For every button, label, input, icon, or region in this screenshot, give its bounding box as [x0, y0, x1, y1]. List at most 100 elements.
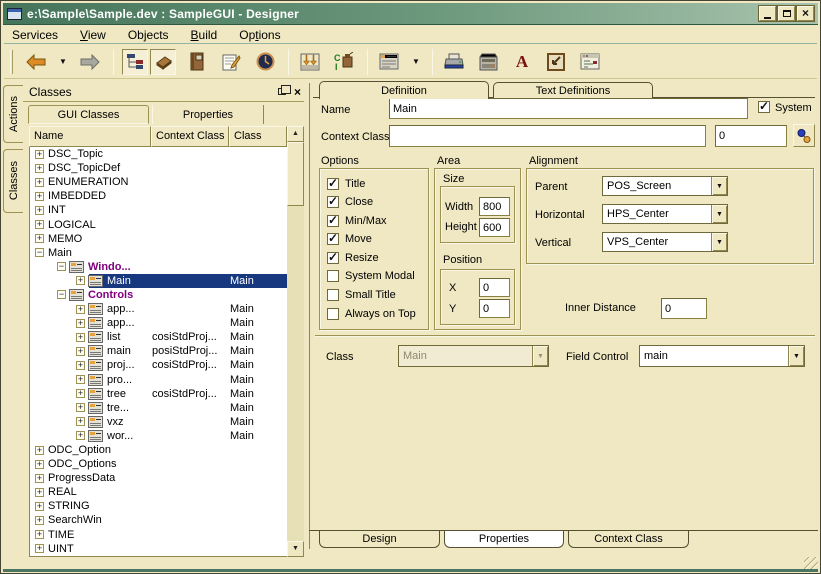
tree-row[interactable]: −Windo...: [30, 260, 287, 274]
option-title[interactable]: Title: [327, 177, 428, 190]
tree-expander[interactable]: +: [35, 220, 44, 229]
tree-expander[interactable]: −: [57, 262, 66, 271]
tree-expander[interactable]: +: [35, 530, 44, 539]
tree-expander[interactable]: +: [35, 192, 44, 201]
class-hierarchy-button[interactable]: [122, 49, 148, 75]
compile-ci-button[interactable]: C I: [331, 49, 357, 75]
back-button[interactable]: [23, 49, 49, 75]
tree-row[interactable]: +listcosiStdProj...Main: [30, 330, 287, 344]
inner-distance-input[interactable]: [661, 298, 707, 319]
tab-definition[interactable]: Definition: [319, 81, 489, 99]
tree-row[interactable]: +app...Main: [30, 316, 287, 330]
tree-expander[interactable]: +: [35, 460, 44, 469]
tree-row[interactable]: +TIME: [30, 528, 287, 542]
tree-expander[interactable]: +: [35, 150, 44, 159]
tree-row[interactable]: +IMBEDDED: [30, 189, 287, 203]
edit-button[interactable]: [218, 49, 244, 75]
clock-button[interactable]: [252, 49, 278, 75]
chevron-down-icon[interactable]: ▼: [788, 346, 804, 366]
tree-row[interactable]: +ProgressData: [30, 471, 287, 485]
system-checkbox[interactable]: [758, 101, 770, 113]
tree-row[interactable]: +MEMO: [30, 232, 287, 246]
tree-row[interactable]: +LOGICAL: [30, 217, 287, 231]
tree-expander[interactable]: +: [35, 516, 44, 525]
move-checkbox[interactable]: [327, 233, 339, 245]
tree-expander[interactable]: +: [76, 276, 85, 285]
tree-expander[interactable]: +: [35, 234, 44, 243]
chevron-down-icon[interactable]: ▼: [711, 233, 727, 251]
tree-expander[interactable]: +: [35, 474, 44, 483]
print-button[interactable]: [441, 49, 467, 75]
always-on-top-checkbox[interactable]: [327, 308, 339, 320]
close-button[interactable]: ×: [797, 6, 814, 21]
tree-expander[interactable]: +: [35, 446, 44, 455]
tab-properties-bottom[interactable]: Properties: [444, 531, 564, 548]
field-control-select[interactable]: main▼: [639, 345, 805, 367]
tree-expander[interactable]: −: [35, 248, 44, 257]
option-small-title[interactable]: Small Title: [327, 289, 428, 302]
tree-row[interactable]: −Controls: [30, 288, 287, 302]
tree-expander[interactable]: +: [76, 417, 85, 426]
option-move[interactable]: Move: [327, 233, 428, 246]
y-input[interactable]: [479, 299, 510, 318]
dialog-preview-button[interactable]: [577, 49, 603, 75]
tree-row[interactable]: +mainposiStdProj...Main: [30, 344, 287, 358]
menu-objects[interactable]: Objects: [128, 28, 169, 42]
tab-properties[interactable]: Properties: [152, 105, 264, 124]
option-system-modal[interactable]: System Modal: [327, 270, 428, 283]
parent-select[interactable]: POS_Screen▼: [602, 176, 728, 196]
tree-row[interactable]: +proj...cosiStdProj...Main: [30, 358, 287, 372]
context-class-picker-button[interactable]: [793, 124, 815, 147]
tree-row[interactable]: +ODC_Option: [30, 443, 287, 457]
tab-gui-classes[interactable]: GUI Classes: [28, 105, 149, 124]
library-button[interactable]: [184, 49, 210, 75]
minmax-checkbox[interactable]: [327, 215, 339, 227]
menu-build[interactable]: Build: [191, 28, 218, 42]
side-tab-classes[interactable]: Classes: [3, 149, 23, 213]
import-rows-button[interactable]: [297, 49, 323, 75]
context-class-input[interactable]: [389, 125, 706, 147]
tree-expander[interactable]: +: [76, 319, 85, 328]
option-minmax[interactable]: Min/Max: [327, 214, 428, 227]
scroll-up-button[interactable]: ▲: [287, 126, 304, 142]
tree-expander[interactable]: +: [76, 305, 85, 314]
toolbar-grip[interactable]: [10, 50, 13, 74]
tree-row[interactable]: +STRING: [30, 499, 287, 513]
chevron-down-icon[interactable]: ▼: [711, 205, 727, 223]
float-panel-button[interactable]: [275, 85, 288, 98]
tree-row[interactable]: +DSC_TopicDef: [30, 161, 287, 175]
close-panel-button[interactable]: ×: [291, 85, 304, 98]
tree-expander[interactable]: +: [76, 389, 85, 398]
tab-text-definitions[interactable]: Text Definitions: [493, 82, 653, 98]
archive-drive-button[interactable]: [475, 49, 501, 75]
panel-splitter[interactable]: [309, 83, 310, 549]
tree-expander[interactable]: +: [35, 164, 44, 173]
tree-row[interactable]: +wor...Main: [30, 429, 287, 443]
option-close[interactable]: Close: [327, 196, 428, 209]
x-input[interactable]: [479, 278, 510, 297]
option-always-on-top[interactable]: Always on Top: [327, 307, 428, 320]
menu-services[interactable]: Services: [12, 28, 58, 42]
tree-expander[interactable]: +: [76, 361, 85, 370]
tree-expander[interactable]: +: [76, 375, 85, 384]
tree-row[interactable]: +app...Main: [30, 302, 287, 316]
tree-expander[interactable]: +: [76, 333, 85, 342]
tree-row[interactable]: +vxzMain: [30, 415, 287, 429]
width-input[interactable]: [479, 197, 510, 216]
title-checkbox[interactable]: [327, 178, 339, 190]
tree-row[interactable]: +INT: [30, 203, 287, 217]
tree-row[interactable]: +SearchWin: [30, 513, 287, 527]
tree-row[interactable]: +tre...Main: [30, 401, 287, 415]
title-bar[interactable]: e:\Sample\Sample.dev : SampleGUI - Desig…: [3, 3, 818, 25]
tab-context-class[interactable]: Context Class: [568, 531, 689, 548]
tree-row[interactable]: +UINT: [30, 542, 287, 556]
scrollbar-thumb[interactable]: [287, 142, 304, 206]
small-title-checkbox[interactable]: [327, 289, 339, 301]
tree-row[interactable]: +MainMain: [30, 274, 287, 288]
tree-expander[interactable]: +: [35, 488, 44, 497]
minimize-button[interactable]: [759, 6, 776, 21]
font-button[interactable]: A: [509, 49, 535, 75]
window-select-dropdown[interactable]: ▼: [410, 57, 422, 66]
name-input[interactable]: [389, 98, 748, 119]
resize-checkbox[interactable]: [327, 252, 339, 264]
